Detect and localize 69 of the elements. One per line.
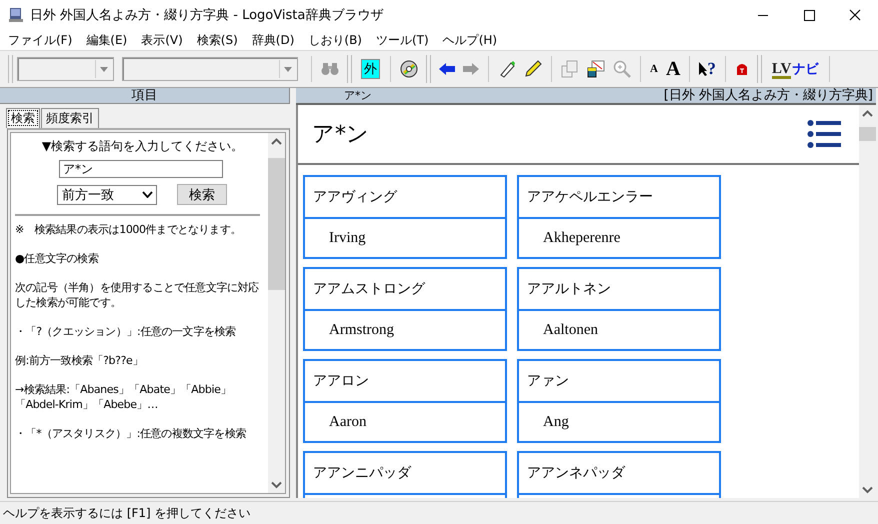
entry-name: Akheperenre xyxy=(519,217,719,257)
entry-reading: アアンニパッダ xyxy=(312,464,412,483)
entry-card[interactable]: アアルトネン Aaltonen xyxy=(517,267,721,351)
image-icon[interactable] xyxy=(587,60,605,78)
help-text: 次の記号（半角）を使用することで任意文字に対応した検索が可能です。 xyxy=(15,280,260,310)
dictionary-button[interactable]: 外 xyxy=(361,59,380,79)
menu-item[interactable]: 辞典(D) xyxy=(246,32,300,48)
entry-reading: アアヴィング xyxy=(312,188,398,207)
menu-item[interactable]: ファイル(F) xyxy=(3,32,78,48)
scrollbar[interactable] xyxy=(859,105,876,498)
caret-icon xyxy=(100,66,108,72)
tab[interactable]: 頻度索引 xyxy=(41,108,99,128)
entry-card[interactable]: アアヴィング Irving xyxy=(303,175,507,259)
tab[interactable]: 検索 xyxy=(6,108,40,128)
entry-card[interactable]: アァン Ang xyxy=(517,359,721,443)
chevron-down-icon xyxy=(142,191,153,198)
help-text: ・「*（アスタリスク）」:任意の複数文字を検索 xyxy=(15,426,248,441)
entry-name: Aaltonen xyxy=(519,309,719,349)
entry-reading: アアルトネン xyxy=(526,280,612,299)
pane-title: 項目 xyxy=(0,88,290,104)
entry-reading: アァン xyxy=(526,372,570,391)
entry-term: ア*ン xyxy=(344,88,372,103)
entry-reading: アアロン xyxy=(312,372,370,391)
cursor-arrow-icon xyxy=(699,62,708,76)
entry-name: Irving xyxy=(305,217,505,257)
status-text: ヘルプを表示するには [F1] を押してください xyxy=(3,504,251,522)
help-text: ●任意文字の検索 xyxy=(15,251,100,266)
entry-name: Armstrong xyxy=(305,309,505,349)
font-smaller-button[interactable]: A xyxy=(646,63,662,75)
font-larger-button[interactable]: A xyxy=(662,58,684,80)
window-title: 日外 外国人名よみ方・綴り方字典 - LogoVista辞典ブラウザ xyxy=(30,7,384,24)
entry-name: Ang xyxy=(519,401,719,441)
help-text: ※ 検索結果の表示は1000件までとなります。 xyxy=(15,222,242,237)
search-field[interactable]: ア*ン xyxy=(59,160,223,178)
scrollbar-thumb[interactable] xyxy=(268,158,285,290)
entry-reading: アアンネパッダ xyxy=(526,464,626,483)
back-arrow-icon[interactable] xyxy=(439,63,455,75)
scrollbar-thumb[interactable] xyxy=(859,127,876,141)
menu-item[interactable]: 検索(S) xyxy=(192,32,243,48)
dropdown-field[interactable] xyxy=(122,57,298,81)
menu-item[interactable]: しおり(B) xyxy=(303,32,367,48)
help-text: 例:前方一致検索「?b??e」 xyxy=(15,353,144,368)
help-text: ・「?（クエッション）」:任意の一文字を検索 xyxy=(15,324,237,339)
result-heading: ア*ン xyxy=(312,121,369,149)
entry-card[interactable]: アアロン Aaron xyxy=(303,359,507,443)
pencil-icon[interactable] xyxy=(524,60,542,78)
list-icon[interactable] xyxy=(807,119,841,149)
menu-item[interactable]: ヘルプ(H) xyxy=(438,32,502,48)
search-prompt: ▼検索する語句を入力してください。 xyxy=(40,138,244,155)
help-button[interactable]: ? xyxy=(695,59,720,79)
dropdown-field[interactable] xyxy=(17,57,114,81)
entry-reading: アアムストロング xyxy=(312,280,426,299)
caret-icon xyxy=(284,66,292,72)
menu-item[interactable]: ツール(T) xyxy=(371,32,434,48)
menu-item[interactable]: 編集(E) xyxy=(81,32,132,48)
navi-button[interactable]: LVナビ xyxy=(766,60,824,78)
entry-card[interactable]: アアケペルエンラー Akheperenre xyxy=(517,175,721,259)
dictionary-name: [日外 外国人名よみ方・綴り方字典] xyxy=(664,88,873,103)
match-mode-dropdown[interactable]: 前方一致 xyxy=(57,184,157,204)
entry-name: Aaron xyxy=(305,401,505,441)
marker-icon[interactable] xyxy=(498,60,516,78)
help-text: →検索結果:「Abanes」「Abate」「Abbie」「Abdel-Krim」「Abebe」… xyxy=(15,382,232,412)
entry-card[interactable]: アアムストロング Armstrong xyxy=(303,267,507,351)
menu-item[interactable]: 表示(V) xyxy=(136,32,188,48)
entry-reading: アアケペルエンラー xyxy=(526,188,654,207)
disc-icon[interactable] xyxy=(400,60,418,78)
search-button[interactable]: 検索 xyxy=(177,184,227,205)
scrollbar[interactable] xyxy=(268,133,285,493)
stamp-icon[interactable] xyxy=(734,62,749,76)
